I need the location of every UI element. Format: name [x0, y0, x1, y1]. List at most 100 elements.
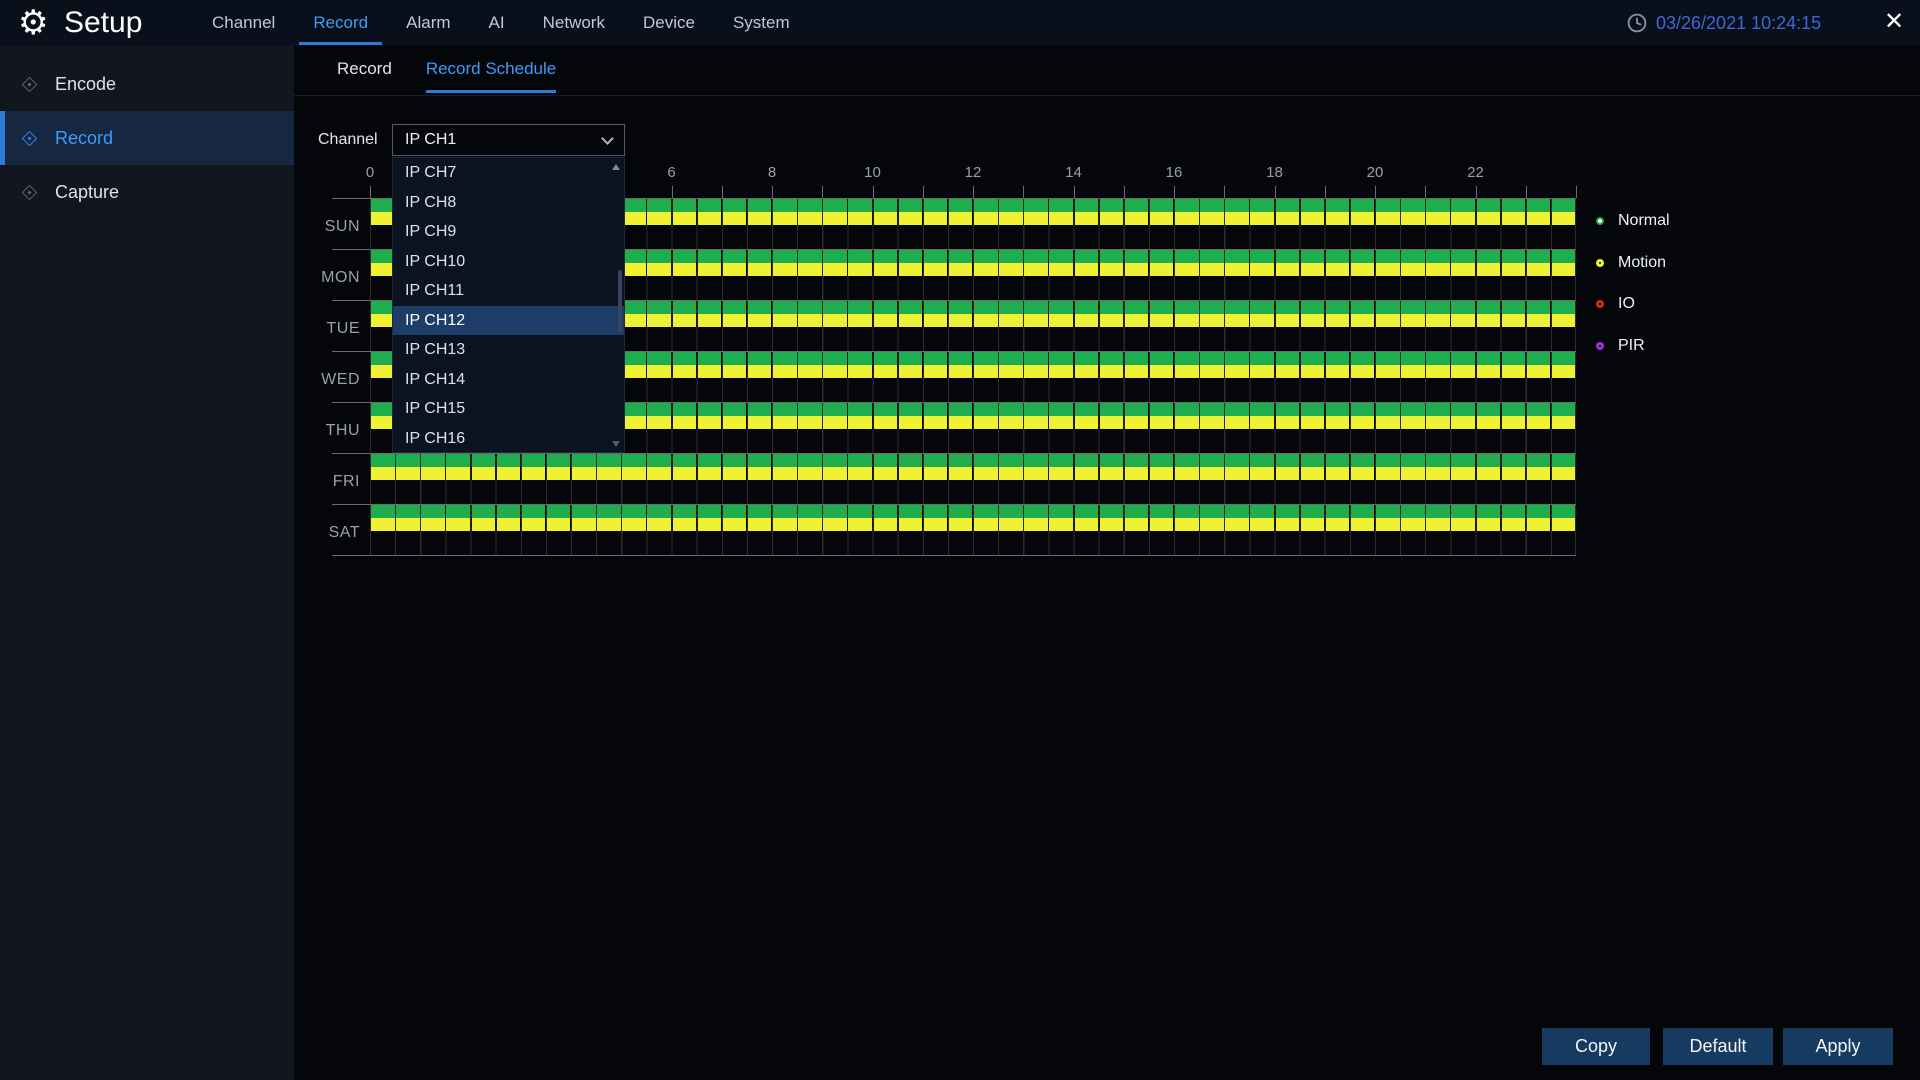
schedule-cell[interactable]	[924, 467, 948, 480]
schedule-cell[interactable]	[1225, 505, 1249, 518]
schedule-cell[interactable]	[1150, 250, 1174, 263]
schedule-cell[interactable]	[798, 199, 822, 212]
channel-option[interactable]: IP CH13	[393, 335, 624, 365]
schedule-cell[interactable]	[999, 352, 1023, 365]
schedule-cell[interactable]	[1200, 263, 1224, 276]
schedule-cell[interactable]	[1451, 212, 1475, 225]
schedule-cell[interactable]	[949, 505, 973, 518]
schedule-cell[interactable]	[1049, 301, 1073, 314]
schedule-cell[interactable]	[723, 518, 747, 531]
schedule-cell[interactable]	[1276, 352, 1300, 365]
schedule-cell[interactable]	[1200, 314, 1224, 327]
schedule-cell[interactable]	[1200, 199, 1224, 212]
schedule-cell[interactable]	[974, 518, 998, 531]
schedule-cell[interactable]	[1502, 301, 1526, 314]
schedule-cell[interactable]	[622, 250, 646, 263]
schedule-cell[interactable]	[622, 505, 646, 518]
schedule-cell[interactable]	[748, 416, 772, 429]
schedule-cell[interactable]	[1125, 199, 1149, 212]
schedule-cell[interactable]	[1075, 416, 1099, 429]
nav-item-record[interactable]: Record	[313, 0, 368, 46]
schedule-cell[interactable]	[874, 467, 898, 480]
schedule-cell[interactable]	[1527, 518, 1551, 531]
schedule-cell[interactable]	[497, 467, 521, 480]
schedule-cell[interactable]	[698, 416, 722, 429]
channel-select[interactable]: IP CH1	[392, 124, 625, 156]
schedule-cell[interactable]	[1326, 212, 1350, 225]
schedule-cell[interactable]	[1426, 301, 1450, 314]
channel-option[interactable]: IP CH15	[393, 394, 624, 424]
schedule-cell[interactable]	[974, 314, 998, 327]
schedule-cell[interactable]	[823, 454, 847, 467]
schedule-cell[interactable]	[1527, 352, 1551, 365]
schedule-cell[interactable]	[1477, 352, 1501, 365]
schedule-cell[interactable]	[1100, 352, 1124, 365]
schedule-cell[interactable]	[673, 518, 697, 531]
schedule-cell[interactable]	[1552, 212, 1576, 225]
schedule-cell[interactable]	[446, 518, 470, 531]
schedule-cell[interactable]	[1477, 454, 1501, 467]
schedule-cell[interactable]	[1502, 518, 1526, 531]
schedule-cell[interactable]	[974, 250, 998, 263]
schedule-cell[interactable]	[999, 263, 1023, 276]
schedule-cell[interactable]	[1326, 250, 1350, 263]
schedule-cell[interactable]	[1276, 403, 1300, 416]
scroll-down-icon[interactable]	[612, 441, 620, 447]
schedule-cell[interactable]	[1100, 467, 1124, 480]
schedule-cell[interactable]	[999, 454, 1023, 467]
schedule-cell[interactable]	[1351, 301, 1375, 314]
schedule-cell[interactable]	[1376, 454, 1400, 467]
schedule-cell[interactable]	[1451, 365, 1475, 378]
schedule-cell[interactable]	[1326, 505, 1350, 518]
schedule-cell[interactable]	[1175, 403, 1199, 416]
schedule-cell[interactable]	[899, 454, 923, 467]
schedule-cell[interactable]	[874, 518, 898, 531]
schedule-cell[interactable]	[999, 505, 1023, 518]
schedule-cell[interactable]	[1426, 454, 1450, 467]
schedule-cell[interactable]	[1527, 403, 1551, 416]
schedule-cell[interactable]	[1150, 403, 1174, 416]
scrollbar-thumb[interactable]	[618, 270, 622, 332]
schedule-cell[interactable]	[1250, 505, 1274, 518]
schedule-cell[interactable]	[446, 467, 470, 480]
schedule-cell[interactable]	[974, 365, 998, 378]
schedule-cell[interactable]	[1502, 314, 1526, 327]
schedule-cell[interactable]	[1225, 416, 1249, 429]
schedule-cell[interactable]	[773, 505, 797, 518]
schedule-cell[interactable]	[1125, 403, 1149, 416]
schedule-cell[interactable]	[1477, 250, 1501, 263]
schedule-cell[interactable]	[1125, 314, 1149, 327]
schedule-cell[interactable]	[974, 212, 998, 225]
schedule-cell[interactable]	[673, 365, 697, 378]
schedule-cell[interactable]	[798, 518, 822, 531]
schedule-cell[interactable]	[798, 454, 822, 467]
schedule-cell[interactable]	[999, 518, 1023, 531]
schedule-cell[interactable]	[1250, 518, 1274, 531]
schedule-cell[interactable]	[622, 352, 646, 365]
schedule-cell[interactable]	[522, 505, 546, 518]
schedule-cell[interactable]	[1075, 352, 1099, 365]
schedule-cell[interactable]	[1451, 518, 1475, 531]
schedule-cell[interactable]	[647, 263, 671, 276]
schedule-cell[interactable]	[1200, 454, 1224, 467]
schedule-cell[interactable]	[1326, 352, 1350, 365]
schedule-cell[interactable]	[1301, 454, 1325, 467]
schedule-cell[interactable]	[1326, 467, 1350, 480]
schedule-cell[interactable]	[673, 212, 697, 225]
schedule-cell[interactable]	[899, 199, 923, 212]
schedule-cell[interactable]	[673, 352, 697, 365]
schedule-cell[interactable]	[1351, 314, 1375, 327]
schedule-cell[interactable]	[371, 352, 395, 365]
schedule-cell[interactable]	[823, 467, 847, 480]
schedule-cell[interactable]	[1125, 352, 1149, 365]
schedule-cell[interactable]	[1200, 518, 1224, 531]
schedule-cell[interactable]	[371, 212, 395, 225]
schedule-cell[interactable]	[1326, 199, 1350, 212]
schedule-cell[interactable]	[1527, 505, 1551, 518]
schedule-cell[interactable]	[899, 301, 923, 314]
schedule-cell[interactable]	[421, 518, 445, 531]
schedule-cell[interactable]	[547, 505, 571, 518]
schedule-cell[interactable]	[1426, 467, 1450, 480]
schedule-cell[interactable]	[823, 199, 847, 212]
schedule-cell[interactable]	[647, 505, 671, 518]
